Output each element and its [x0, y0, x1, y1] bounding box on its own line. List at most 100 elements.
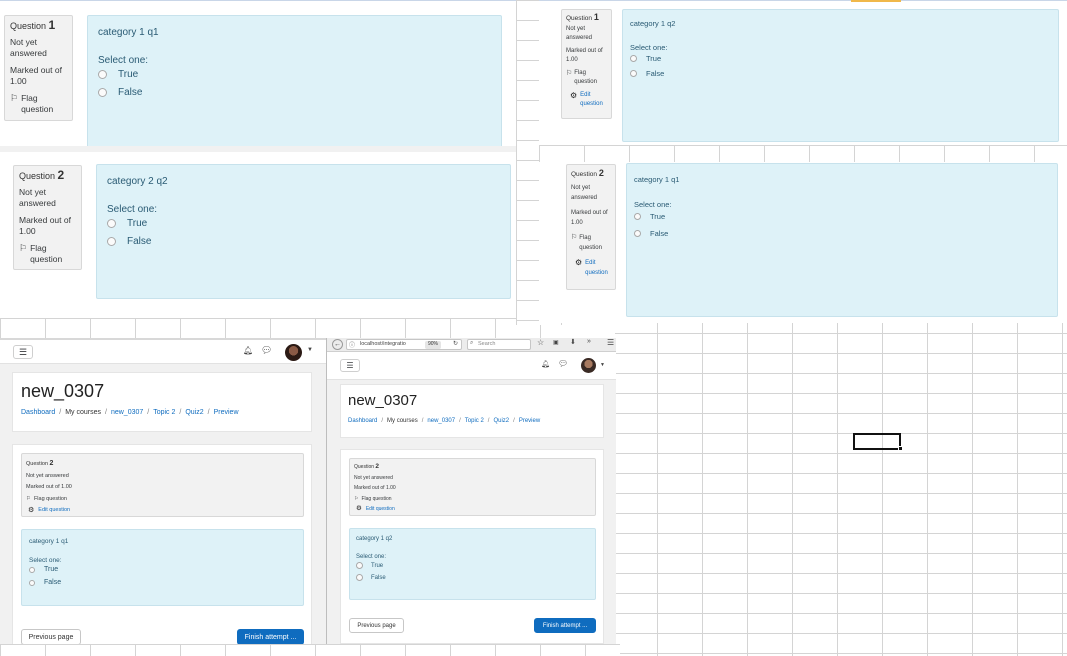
gear-icon: ⚙	[575, 258, 583, 267]
menu-button[interactable]: ☰	[13, 345, 33, 359]
radio-false[interactable]	[98, 88, 107, 97]
breadcrumb-item: My courses	[65, 409, 101, 416]
bookmark-star-icon[interactable]: ☆	[537, 338, 544, 347]
fill-handle[interactable]	[898, 446, 903, 451]
breadcrumb-item[interactable]: Preview	[519, 418, 540, 424]
finish-attempt-button[interactable]: Finish attempt ...	[237, 629, 304, 645]
edit-question-link[interactable]: ⚙ Edit question	[26, 505, 299, 517]
download-icon[interactable]: ⬇	[570, 338, 576, 346]
question-info: Question 2 Not yet answered Marked out o…	[349, 458, 596, 516]
breadcrumb-item[interactable]: Quiz2	[493, 418, 509, 424]
chat-icon[interactable]: 💬︎	[261, 345, 272, 356]
radio-true[interactable]	[29, 566, 35, 573]
selected-cell[interactable]	[853, 433, 901, 450]
avatar[interactable]	[581, 358, 596, 373]
search-icon: ⌕	[470, 340, 474, 346]
menu-button[interactable]: ☰	[340, 359, 360, 372]
edit-question-link[interactable]: ⚙ Edit question	[354, 504, 591, 515]
question-info-1: Question 1 Not yet answered Marked out o…	[4, 15, 73, 121]
breadcrumb-item[interactable]: Dashboard	[348, 418, 377, 424]
option-true[interactable]: True	[630, 54, 1051, 63]
option-true[interactable]: True	[98, 69, 491, 80]
flag-icon: ⚐	[10, 93, 19, 103]
breadcrumb-item[interactable]: Topic 2	[465, 418, 484, 424]
grade-text: Marked out of 1.00	[26, 484, 72, 490]
flag-question-toggle[interactable]: ⚐ Flag question	[354, 494, 591, 505]
breadcrumb-item[interactable]: Quiz2	[185, 409, 203, 416]
option-false[interactable]: False	[634, 229, 1050, 238]
gear-icon: ⚙	[570, 91, 578, 100]
grade-text: Marked out of 1.00	[566, 48, 603, 63]
option-false[interactable]: False	[356, 574, 589, 581]
flag-question-toggle[interactable]: ⚐ Flag question	[571, 233, 611, 253]
question-card: Question 2 Not yet answered Marked out o…	[340, 449, 604, 644]
previous-page-button[interactable]: Previous page	[21, 629, 81, 645]
spreadsheet-area	[615, 323, 1067, 656]
navbar: ☰ 🔔︎ 💬︎ ▼	[0, 338, 326, 364]
question-info-2: Question 2 Not yet answered Marked out o…	[566, 164, 616, 290]
question-card: Question 2 Not yet answered Marked out o…	[12, 444, 312, 656]
chat-icon[interactable]: 💬︎	[558, 359, 568, 368]
edit-question-link[interactable]: ⚙ Edit question	[571, 258, 611, 278]
sheet-strip	[0, 318, 562, 338]
option-true[interactable]: True	[107, 218, 500, 229]
radio-false[interactable]	[634, 230, 641, 237]
library-icon[interactable]: ▣	[553, 339, 559, 346]
flag-question-toggle[interactable]: ⚐ Flag question	[10, 93, 67, 115]
radio-true[interactable]	[634, 213, 641, 220]
flag-label: Flag question	[361, 495, 392, 502]
question-text: category 1 q1	[98, 27, 159, 38]
option-true[interactable]: True	[356, 562, 589, 569]
radio-false[interactable]	[630, 70, 637, 77]
finish-attempt-button[interactable]: Finish attempt ...	[534, 618, 596, 633]
question-number: Question 2	[354, 463, 380, 470]
flag-question-toggle[interactable]: ⚐ Flag question	[26, 494, 299, 506]
option-false[interactable]: False	[29, 579, 296, 586]
radio-false[interactable]	[107, 237, 116, 246]
state-text: Not yet answered	[26, 472, 69, 479]
question-text: category 1 q1	[29, 538, 69, 545]
radio-false[interactable]	[29, 579, 35, 586]
overflow-icon[interactable]: »	[587, 338, 591, 345]
flag-icon: ⚐	[354, 495, 359, 502]
question-info: Question 2 Not yet answered Marked out o…	[21, 453, 304, 517]
breadcrumb-item[interactable]: Dashboard	[21, 409, 55, 416]
breadcrumb-item[interactable]: Preview	[214, 409, 239, 416]
bell-icon[interactable]: 🔔︎	[243, 346, 253, 355]
hamburger-icon[interactable]: ☰	[607, 338, 614, 347]
back-icon[interactable]: ←	[332, 339, 343, 350]
radio-true[interactable]	[107, 219, 116, 228]
bell-icon[interactable]: 🔔︎	[541, 360, 550, 368]
option-false[interactable]: False	[107, 236, 500, 247]
zoom-badge[interactable]: 90%	[425, 341, 442, 349]
question-info-1: Question 1 Not yet answered Marked out o…	[561, 9, 612, 119]
breadcrumb-item[interactable]: Topic 2	[153, 409, 175, 416]
chevron-down-icon[interactable]: ▼	[307, 347, 313, 353]
flag-icon: ⚐	[571, 234, 578, 241]
breadcrumb-item[interactable]: new_0307	[111, 409, 143, 416]
radio-true[interactable]	[356, 562, 363, 569]
info-icon: ⓘ	[349, 343, 356, 349]
option-false[interactable]: False	[630, 69, 1051, 78]
question-content: category 1 q1 Select one: True False	[21, 529, 304, 606]
chevron-down-icon[interactable]: ▼	[600, 362, 605, 368]
radio-true[interactable]	[98, 70, 107, 79]
previous-page-button[interactable]: Previous page	[349, 618, 404, 633]
option-false[interactable]: False	[98, 87, 491, 98]
radio-true[interactable]	[630, 55, 637, 62]
edit-question-link[interactable]: ⚙ Edit question	[566, 91, 607, 109]
search-field[interactable]: ⌕ Search	[467, 339, 531, 350]
question-text: category 2 q2	[107, 176, 168, 187]
flag-label: Flag question	[21, 93, 54, 114]
avatar[interactable]	[285, 344, 302, 361]
option-true[interactable]: True	[29, 566, 296, 573]
flag-question-toggle[interactable]: ⚐ Flag question	[566, 69, 607, 87]
flag-question-toggle[interactable]: ⚐ Flag question	[19, 243, 76, 265]
option-true[interactable]: True	[634, 212, 1050, 221]
question-info-2: Question 2 Not yet answered Marked out o…	[13, 165, 82, 270]
state-text: Not yet answered	[566, 26, 593, 41]
reload-icon[interactable]: ↻	[453, 340, 458, 347]
radio-false[interactable]	[356, 574, 363, 581]
breadcrumb-item[interactable]: new_0307	[427, 418, 455, 424]
url-bar[interactable]: ⓘ localhost/integratio 90% ↻	[346, 339, 462, 350]
